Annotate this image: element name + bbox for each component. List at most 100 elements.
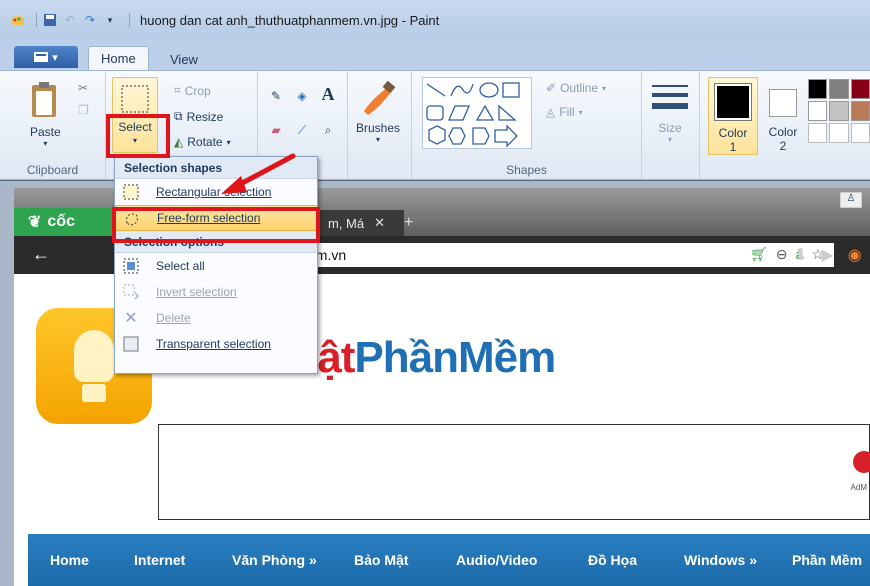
title-bar: ↶ ↷ ▾ huong dan cat anh_thuthuatphanmem.… <box>0 0 870 40</box>
chevron-down-icon: ▾ <box>376 135 381 144</box>
undo-icon[interactable]: ↶ <box>63 13 77 27</box>
palette-empty[interactable] <box>850 123 870 143</box>
palette-darkred[interactable] <box>850 79 870 99</box>
highlight-freeform-box <box>112 207 320 243</box>
transparent-selection-item[interactable]: Transparent selection <box>115 331 317 357</box>
chevron-down-icon: ▾ <box>43 139 48 148</box>
fill-icon: ◬ <box>546 105 556 119</box>
menu-item: Bảo Mật <box>354 552 409 568</box>
size-button[interactable]: Size ▾ <box>650 81 690 144</box>
paste-label: Paste <box>30 125 61 139</box>
shapes-group: ✐ Outline ▾ ◬ Fill ▾ Shapes <box>412 71 642 179</box>
tab-view[interactable]: View <box>158 48 210 70</box>
extension-icon: ◉ <box>847 247 862 264</box>
cut-icon[interactable]: ✂ <box>78 81 88 95</box>
paint-app-icon[interactable] <box>10 13 24 27</box>
select-all-icon <box>123 258 139 274</box>
resize-icon: ⧉ <box>174 109 183 123</box>
chevron-down-icon: ▾ <box>52 51 58 64</box>
ad-box: AdM <box>158 424 870 520</box>
shapes-icon <box>426 82 520 148</box>
palette-gray[interactable] <box>829 79 849 99</box>
chevron-down-icon: ▾ <box>226 137 231 147</box>
invert-selection-icon <box>123 284 139 300</box>
separator <box>129 13 130 27</box>
selection-icon <box>121 85 149 113</box>
text-tool-icon[interactable]: A <box>316 83 340 105</box>
download-icon: ⬇ <box>794 247 808 264</box>
separator <box>36 13 37 27</box>
delete-item[interactable]: ✕ Delete <box>115 305 317 331</box>
color2-button[interactable]: Color 2 <box>762 77 804 153</box>
chevron-down-icon: ▾ <box>578 107 583 117</box>
palette-white[interactable] <box>808 101 828 121</box>
rotate-icon: ◭ <box>174 135 184 149</box>
fill-button[interactable]: ◬ Fill ▾ <box>546 105 583 119</box>
palette-lightgray[interactable] <box>829 101 849 121</box>
customize-qa-icon[interactable]: ▾ <box>103 13 117 27</box>
red-arrow-icon <box>221 153 296 194</box>
profile-icon: ♙ <box>840 192 862 208</box>
coccoc-logo: ❦ cốc <box>14 208 114 236</box>
window-title: huong dan cat anh_thuthuatphanmem.vn.jpg… <box>140 12 440 28</box>
line-size-icon <box>652 85 688 109</box>
menu-item: Home <box>50 552 89 568</box>
menu-icon <box>34 52 49 62</box>
color1-button[interactable]: Color 1 <box>708 77 758 155</box>
brushes-group: Brushes ▾ <box>348 71 412 179</box>
cart-icon: 🛒︎ <box>750 246 768 262</box>
resize-button[interactable]: ⧉ Resize <box>174 109 223 124</box>
shapes-gallery[interactable] <box>422 77 532 149</box>
clipboard-label: Clipboard <box>26 163 79 177</box>
menu-item: Windows » <box>684 552 757 568</box>
highlight-select-box <box>106 114 170 158</box>
size-group: Size ▾ <box>642 71 700 179</box>
chevron-down-icon: ▾ <box>602 83 607 93</box>
chevron-down-icon: ▾ <box>667 135 672 144</box>
ad-icon <box>853 451 870 473</box>
coccoc-icon: ❦ <box>28 214 42 231</box>
outline-icon: ✐ <box>546 81 557 95</box>
address-bar: em.vn 🛒︎ ⊖ à ☆ <box>304 243 834 267</box>
tab-home[interactable]: Home <box>88 46 149 70</box>
copy-icon[interactable]: ❐ <box>78 103 89 117</box>
save-icon[interactable] <box>43 13 57 27</box>
invert-selection-item[interactable]: Invert selection <box>115 279 317 305</box>
palette-black[interactable] <box>808 79 828 99</box>
rectangle-select-icon <box>123 184 139 200</box>
crop-button[interactable]: ⌗ Crop <box>174 83 211 98</box>
color-picker-icon[interactable]: ⟋ <box>290 119 314 141</box>
menu-item: Internet <box>134 552 186 568</box>
outline-button[interactable]: ✐ Outline ▾ <box>546 81 606 95</box>
menu-item: Văn Phòng » <box>232 552 317 568</box>
brushes-button[interactable]: Brushes ▾ <box>356 81 400 144</box>
transparent-selection-icon <box>123 336 139 352</box>
color-palette <box>808 79 870 143</box>
clipboard-group: Paste ▾ ✂ ❐ Clipboard <box>0 71 106 179</box>
crop-icon: ⌗ <box>174 83 181 97</box>
palette-brown[interactable] <box>850 101 870 121</box>
color2-swatch <box>769 89 797 117</box>
rotate-button[interactable]: ◭ Rotate ▾ <box>174 135 231 149</box>
redo-icon[interactable]: ↷ <box>83 13 97 27</box>
color1-swatch <box>714 83 752 121</box>
menu-item: Audio/Video <box>456 552 538 568</box>
magnifier-icon[interactable]: ⌕ <box>316 119 340 141</box>
new-tab-icon: + <box>404 214 414 231</box>
menu-item: Phần Mềm <box>792 552 863 568</box>
brush-icon <box>364 81 396 115</box>
palette-empty[interactable] <box>808 123 828 143</box>
paste-button[interactable]: Paste ▾ <box>30 81 61 148</box>
back-arrow-icon: ← <box>32 244 50 264</box>
palette-empty[interactable] <box>829 123 849 143</box>
shapes-label: Shapes <box>506 163 547 177</box>
eraser-icon[interactable]: ▰ <box>264 119 288 141</box>
fill-bucket-icon[interactable]: ◈ <box>290 85 314 107</box>
pencil-icon[interactable]: ✎ <box>264 85 288 107</box>
play-icon: ▶ <box>821 247 834 264</box>
select-all-item[interactable]: Select all <box>115 253 317 279</box>
paste-icon <box>32 82 57 117</box>
paint-menu-button[interactable]: ▾ <box>14 46 78 68</box>
delete-icon: ✕ <box>124 310 138 327</box>
menu-item: Đồ Họa <box>588 552 637 568</box>
